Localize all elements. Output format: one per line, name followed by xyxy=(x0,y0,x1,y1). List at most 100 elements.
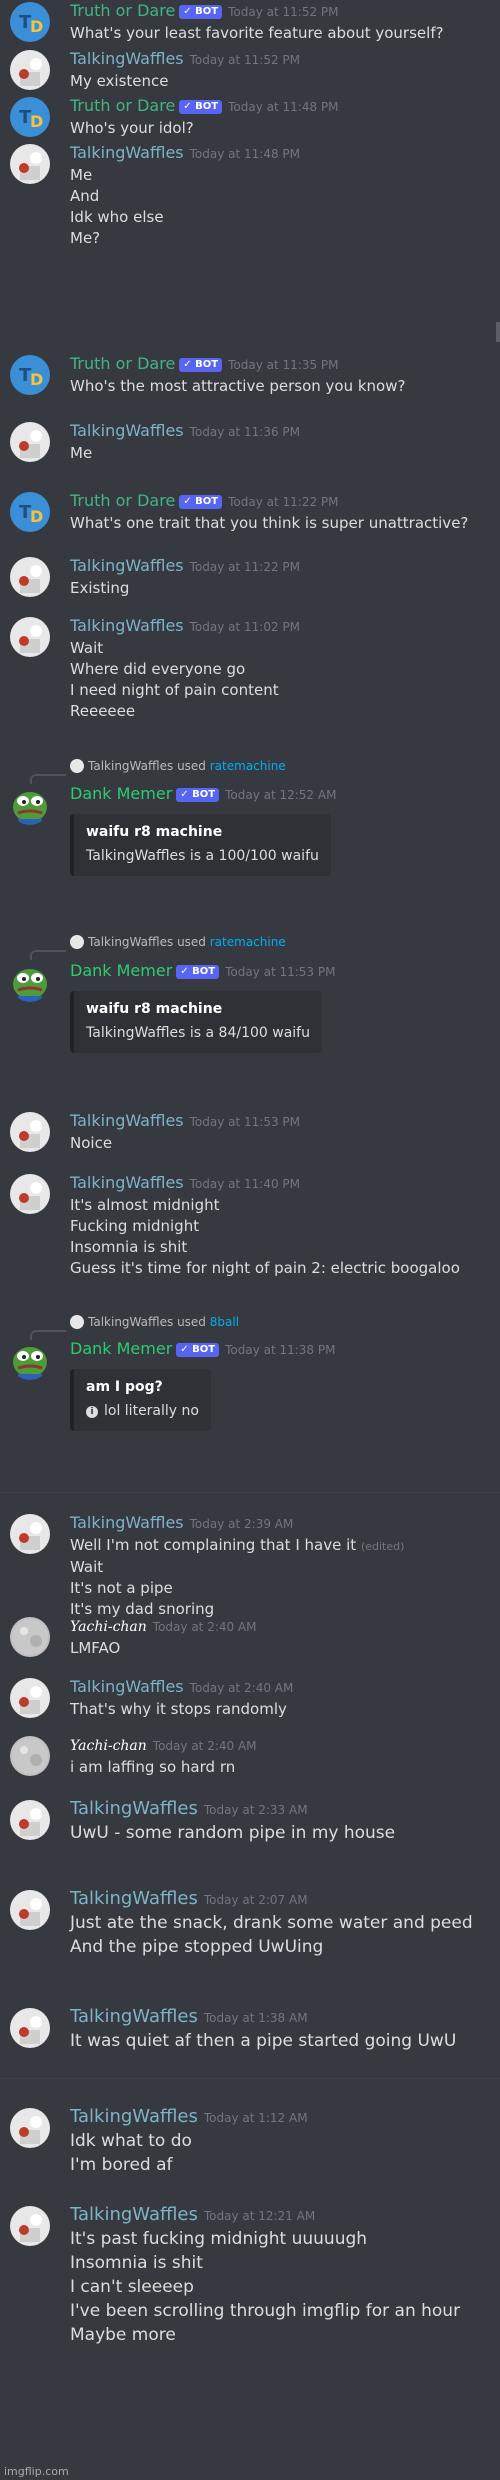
username[interactable]: Yachi-chan xyxy=(70,1738,147,1754)
reply-connector xyxy=(30,950,66,960)
yachi-chan-avatar[interactable] xyxy=(10,1617,50,1657)
message-line: My existence xyxy=(70,72,169,90)
username[interactable]: TalkingWaffles xyxy=(70,2006,198,2027)
talking-waffles-avatar[interactable] xyxy=(10,422,50,462)
svg-text:D: D xyxy=(30,507,43,526)
username[interactable]: TalkingWaffles xyxy=(70,143,184,162)
username[interactable]: TalkingWaffles xyxy=(70,49,184,68)
username[interactable]: TalkingWaffles xyxy=(70,1111,184,1130)
timestamp: Today at 11:38 PM xyxy=(225,1343,336,1357)
username[interactable]: TalkingWaffles xyxy=(70,1513,184,1532)
username[interactable]: TalkingWaffles xyxy=(70,2204,198,2225)
scrollbar-thumb[interactable] xyxy=(496,322,500,342)
username[interactable]: Dank Memer xyxy=(70,784,172,803)
message-line: It's not a pipe xyxy=(70,1579,173,1597)
command-name[interactable]: ratemachine xyxy=(210,759,286,773)
command-name[interactable]: ratemachine xyxy=(210,935,286,949)
message-line: Idk what to do xyxy=(70,2131,192,2151)
message-line: Me xyxy=(70,444,93,462)
talking-waffles-avatar[interactable] xyxy=(10,1174,50,1214)
embed-answer: lol literally no xyxy=(104,1403,199,1419)
reply-username[interactable]: TalkingWaffles xyxy=(88,759,173,773)
talking-waffles-avatar[interactable] xyxy=(10,557,50,597)
svg-text:D: D xyxy=(30,17,43,36)
reply-reference[interactable]: TalkingWaffles used ratemachine xyxy=(70,934,286,950)
timestamp: Today at 11:02 PM xyxy=(189,620,301,634)
timestamp: Today at 11:53 PM xyxy=(225,965,336,979)
edited-label: (edited) xyxy=(360,1540,405,1553)
username[interactable]: TalkingWaffles xyxy=(70,1798,198,1819)
talking-waffles-avatar[interactable] xyxy=(10,1514,50,1554)
username[interactable]: Dank Memer xyxy=(70,1339,172,1358)
svg-text:D: D xyxy=(30,370,43,389)
message-line: What's your least favorite feature about… xyxy=(70,24,444,42)
used-label: used xyxy=(177,759,206,773)
timestamp: Today at 11:48 PM xyxy=(189,147,301,161)
username[interactable]: TalkingWaffles xyxy=(70,421,184,440)
reply-reference[interactable]: TalkingWaffles used 8ball xyxy=(70,1314,239,1330)
timestamp: Today at 11:36 PM xyxy=(189,425,301,439)
talking-waffles-avatar[interactable] xyxy=(10,144,50,184)
message-line: And the pipe stopped UwUing xyxy=(70,1937,324,1957)
reply-username[interactable]: TalkingWaffles xyxy=(88,935,173,949)
username[interactable]: TalkingWaffles xyxy=(70,556,184,575)
reply-reference[interactable]: TalkingWaffles used ratemachine xyxy=(70,758,286,774)
message-line: Reeeeee xyxy=(70,702,136,720)
talking-waffles-avatar[interactable] xyxy=(10,1800,50,1840)
timestamp: Today at 11:53 PM xyxy=(189,1115,301,1129)
message-line: I'm bored af xyxy=(70,2155,173,2175)
username[interactable]: TalkingWaffles xyxy=(70,1888,198,1909)
timestamp: Today at 2:40 AM xyxy=(152,1620,257,1634)
username[interactable]: Dank Memer xyxy=(70,961,172,980)
truth-or-dare-avatar[interactable]: TD xyxy=(10,355,50,395)
message-line: LMFAO xyxy=(70,1639,121,1657)
timestamp: Today at 2:39 AM xyxy=(189,1517,294,1531)
embed-title: waifu r8 machine xyxy=(86,1001,223,1017)
timestamp: Today at 2:33 AM xyxy=(203,1803,308,1817)
timestamp: Today at 11:48 PM xyxy=(228,100,339,114)
info-icon: i xyxy=(86,1406,98,1418)
timestamp: Today at 12:21 AM xyxy=(203,2209,316,2223)
message-line: Me? xyxy=(70,229,101,247)
talking-waffles-avatar[interactable] xyxy=(10,1112,50,1152)
command-name[interactable]: 8ball xyxy=(210,1315,239,1329)
reply-username[interactable]: TalkingWaffles xyxy=(88,1315,173,1329)
rate-embed: waifu r8 machine TalkingWaffles is a 100… xyxy=(70,814,331,876)
message-line: Existing xyxy=(70,579,130,597)
timestamp: Today at 1:38 AM xyxy=(203,2011,308,2025)
talking-waffles-avatar[interactable] xyxy=(10,1678,50,1718)
username[interactable]: TalkingWaffles xyxy=(70,1677,184,1696)
bot-badge: ✓ BOT xyxy=(176,965,220,979)
timestamp: Today at 1:12 AM xyxy=(203,2111,308,2125)
message-line: UwU - some random pipe in my house xyxy=(70,1823,396,1843)
timestamp: Today at 11:40 PM xyxy=(189,1177,301,1191)
talking-waffles-avatar[interactable] xyxy=(10,50,50,90)
8ball-embed: am I pog? i lol literally no xyxy=(70,1369,211,1431)
embed-description: i lol literally no xyxy=(86,1401,199,1421)
truth-or-dare-avatar[interactable]: TD xyxy=(10,97,50,137)
message-line: I've been scrolling through imgflip for … xyxy=(70,2301,461,2321)
timestamp: Today at 11:35 PM xyxy=(228,358,339,372)
username[interactable]: TalkingWaffles xyxy=(70,2106,198,2127)
yachi-chan-avatar[interactable] xyxy=(10,1736,50,1776)
talking-waffles-avatar[interactable] xyxy=(10,2008,50,2048)
talking-waffles-avatar[interactable] xyxy=(10,2206,50,2246)
username[interactable]: TalkingWaffles xyxy=(70,1173,184,1192)
talking-waffles-avatar[interactable] xyxy=(10,1890,50,1930)
message-line: Guess it's time for night of pain 2: ele… xyxy=(70,1259,460,1277)
dank-memer-avatar[interactable] xyxy=(10,962,50,1002)
talking-waffles-avatar[interactable] xyxy=(10,2108,50,2148)
username[interactable]: Truth or Dare xyxy=(70,1,175,20)
username[interactable]: TalkingWaffles xyxy=(70,616,184,635)
message-line: Where did everyone go xyxy=(70,660,246,678)
dank-memer-avatar[interactable] xyxy=(10,785,50,825)
truth-or-dare-avatar[interactable]: TD xyxy=(10,492,50,532)
username[interactable]: Truth or Dare xyxy=(70,354,175,373)
username[interactable]: Yachi-chan xyxy=(70,1619,147,1635)
truth-or-dare-avatar[interactable]: TD xyxy=(10,2,50,42)
username[interactable]: Truth or Dare xyxy=(70,491,175,510)
talking-waffles-avatar[interactable] xyxy=(10,617,50,657)
reply-connector xyxy=(30,774,66,784)
username[interactable]: Truth or Dare xyxy=(70,96,175,115)
dank-memer-avatar[interactable] xyxy=(10,1340,50,1380)
